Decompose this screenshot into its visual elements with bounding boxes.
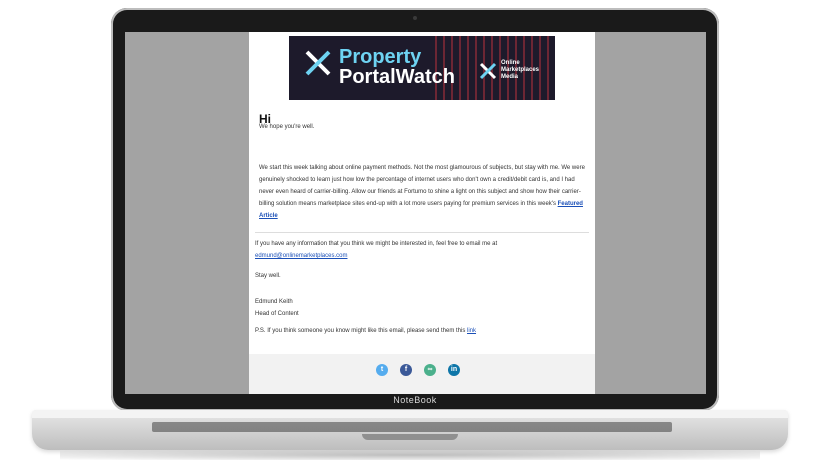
laptop-hinge: [32, 410, 788, 418]
partner-line1: Online: [501, 60, 520, 66]
signature: Edmund Keith Head of Content: [255, 296, 299, 320]
partner-line3: Media: [501, 74, 519, 80]
email-address-link[interactable]: edmund@onlinemarketplaces.com: [255, 253, 347, 259]
linkedin-icon[interactable]: in: [448, 364, 460, 376]
property-portalwatch-banner: Property PortalWatch Online Marketplaces…: [289, 36, 555, 100]
laptop-screen: Property PortalWatch Online Marketplaces…: [125, 32, 706, 394]
laptop-shadow: [60, 450, 760, 460]
stay-well-text: Stay well.: [255, 273, 281, 279]
twitter-icon[interactable]: t: [376, 364, 388, 376]
online-marketplaces-media-wordmark: Online Marketplaces Media: [501, 60, 539, 81]
link-icon[interactable]: ∞: [424, 364, 436, 376]
keyboard-edge: [152, 422, 672, 432]
partner-line2: Marketplaces: [501, 67, 540, 73]
social-footer: t f ∞ in: [249, 354, 595, 394]
banner-title-line2: PortalWatch: [339, 66, 455, 88]
divider: [255, 232, 589, 233]
online-marketplaces-logo-icon: [479, 62, 497, 80]
signature-title: Head of Content: [255, 311, 299, 317]
laptop-lid: Property PortalWatch Online Marketplaces…: [111, 8, 719, 411]
camera: [413, 16, 417, 20]
notebook-label: NoteBook: [393, 395, 437, 405]
email-intro: We hope you're well.: [259, 124, 315, 130]
portalwatch-x-logo-icon: [305, 50, 331, 76]
postscript: P.S. If you think someone you know might…: [255, 328, 476, 334]
ps-link[interactable]: link: [467, 328, 476, 334]
paragraph-text: We start this week talking about online …: [259, 165, 585, 207]
facebook-icon[interactable]: f: [400, 364, 412, 376]
ps-text: P.S. If you think someone you know might…: [255, 328, 466, 334]
email-view: Property PortalWatch Online Marketplaces…: [249, 32, 595, 394]
trackpad-notch: [362, 434, 458, 440]
signature-name: Edmund Keith: [255, 299, 293, 305]
laptop-base: [32, 410, 788, 450]
email-body-paragraph: We start this week talking about online …: [259, 162, 589, 222]
info-text: If you have any information that you thi…: [255, 241, 498, 247]
email-info-paragraph: If you have any information that you thi…: [255, 238, 585, 262]
